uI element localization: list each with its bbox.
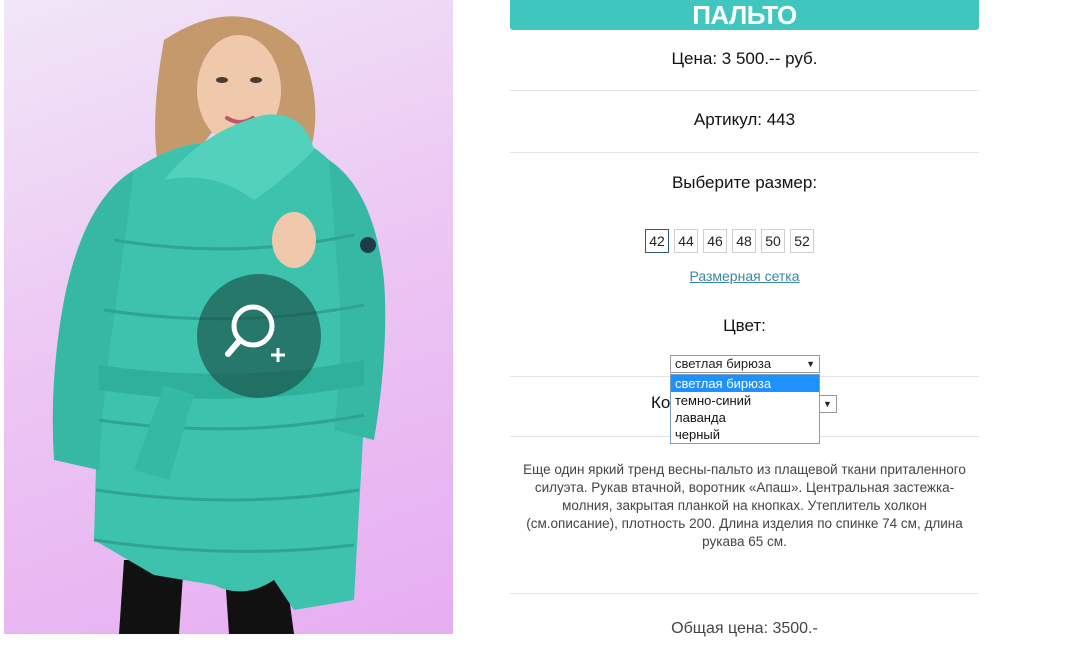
size-option-50[interactable]: 50 — [761, 229, 785, 253]
size-option-42[interactable]: 42 — [645, 229, 669, 253]
zoom-button[interactable] — [197, 274, 321, 398]
size-chart-link[interactable]: Размерная сетка — [510, 268, 979, 284]
size-option-44[interactable]: 44 — [674, 229, 698, 253]
color-select[interactable]: светлая бирюза ▼ — [670, 355, 820, 373]
triangle-down-icon: ▼ — [806, 359, 815, 369]
size-label: Выберите размер: — [671, 173, 818, 192]
quantity-select[interactable]: ▼ — [818, 395, 837, 413]
divider — [510, 152, 979, 153]
color-option-dark-blue[interactable]: темно-синий — [671, 392, 819, 409]
triangle-down-icon: ▼ — [823, 399, 832, 409]
color-select-value: светлая бирюза — [675, 356, 772, 371]
color-option-light-turquoise[interactable]: светлая бирюза — [671, 375, 819, 392]
color-dropdown-list: светлая бирюза темно-синий лаванда черны… — [670, 374, 820, 444]
product-photo[interactable] — [4, 0, 453, 634]
size-option-48[interactable]: 48 — [732, 229, 756, 253]
product-price: Цена: 3 500.-- руб. — [671, 49, 818, 68]
total-price: Общая цена: 3500.- — [671, 620, 818, 637]
magnifier-plus-icon — [225, 304, 285, 362]
product-description: Еще один яркий тренд весны-пальто из пла… — [523, 462, 966, 549]
color-label: Цвет: — [723, 316, 766, 335]
quantity-label: Ко — [651, 393, 671, 412]
size-option-52[interactable]: 52 — [790, 229, 814, 253]
divider — [510, 90, 979, 91]
product-title: ПАЛЬТО — [510, 0, 979, 30]
color-option-lavender[interactable]: лаванда — [671, 409, 819, 426]
color-option-black[interactable]: черный — [671, 426, 819, 443]
size-selector: 42 44 46 48 50 52 — [645, 229, 814, 253]
product-sku: Артикул: 443 — [693, 110, 796, 129]
divider — [510, 593, 979, 594]
size-option-46[interactable]: 46 — [703, 229, 727, 253]
